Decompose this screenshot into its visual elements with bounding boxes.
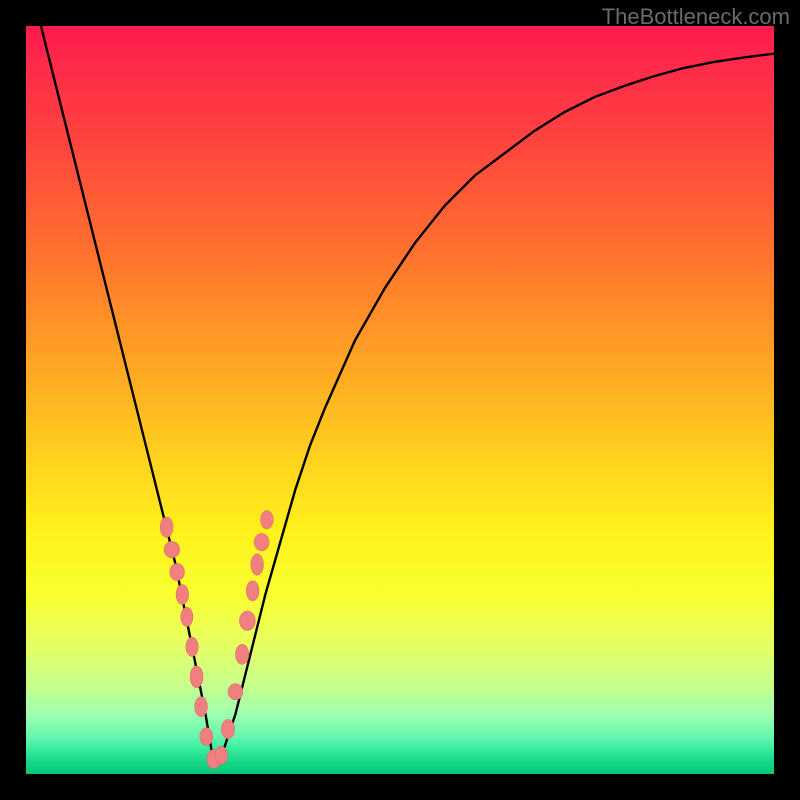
curve-marker <box>246 581 259 601</box>
curve-marker <box>195 697 208 717</box>
watermark-text: TheBottleneck.com <box>602 4 790 30</box>
curve-marker <box>261 511 274 529</box>
curve-marker <box>160 517 173 537</box>
curve-marker <box>200 728 213 746</box>
curve-marker <box>190 666 203 688</box>
curve-marker <box>170 563 185 580</box>
curve-marker <box>186 637 198 656</box>
plot-area <box>26 26 774 774</box>
curve-marker <box>221 720 234 739</box>
outer-frame: TheBottleneck.com <box>0 0 800 800</box>
bottleneck-curve <box>26 26 774 759</box>
chart-svg <box>26 26 774 774</box>
curve-marker <box>239 611 255 630</box>
curve-marker <box>254 534 269 551</box>
curve-marker <box>181 607 193 626</box>
curve-marker <box>215 746 228 764</box>
curve-marker <box>164 541 179 557</box>
curve-markers <box>160 511 273 769</box>
curve-marker <box>228 684 243 700</box>
curve-marker <box>236 644 249 664</box>
curve-marker <box>251 554 264 575</box>
curve-marker <box>176 585 188 605</box>
